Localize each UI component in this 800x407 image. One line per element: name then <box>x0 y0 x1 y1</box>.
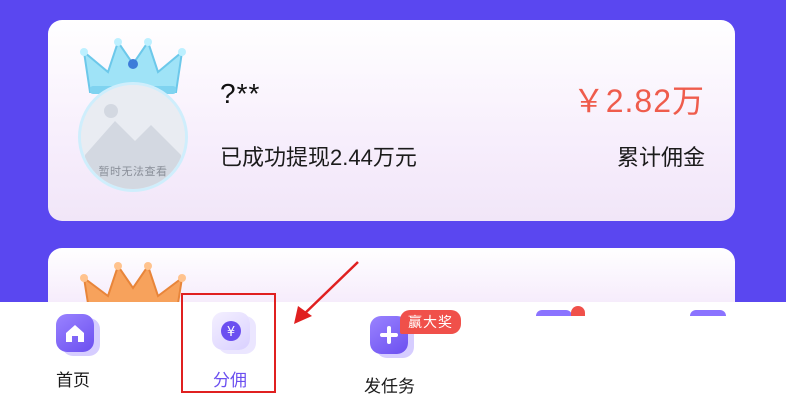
nav-post-task-label: 发任务 <box>364 377 415 396</box>
right-edge <box>786 0 800 407</box>
nav-icon-partial[interactable] <box>536 310 572 316</box>
home-icon <box>56 314 94 352</box>
prize-badge: 赢大奖 <box>400 310 461 334</box>
highlight-box <box>181 293 276 393</box>
avatar-caption: 暂时无法查看 <box>98 166 168 178</box>
nav-home[interactable]: 首页 <box>40 302 120 407</box>
notification-dot <box>571 306 585 316</box>
withdrawn-text: 已成功提现2.44万元 <box>220 145 417 170</box>
commission-amount: ￥2.82万 <box>572 83 705 119</box>
username: ?** <box>220 78 261 109</box>
nav-home-label: 首页 <box>56 371 90 390</box>
commission-label: 累计佣金 <box>616 145 705 170</box>
avatar-group: 暂时无法查看 <box>74 34 192 194</box>
avatar: 暂时无法查看 <box>78 82 188 192</box>
bottom-nav: 首页 ¥ 分佣 发任务 <box>0 302 786 407</box>
nav-icon-partial[interactable] <box>690 310 726 316</box>
leaderboard-card[interactable]: 暂时无法查看 ?** ￥2.82万 已成功提现2.44万元 累计佣金 <box>48 20 735 221</box>
